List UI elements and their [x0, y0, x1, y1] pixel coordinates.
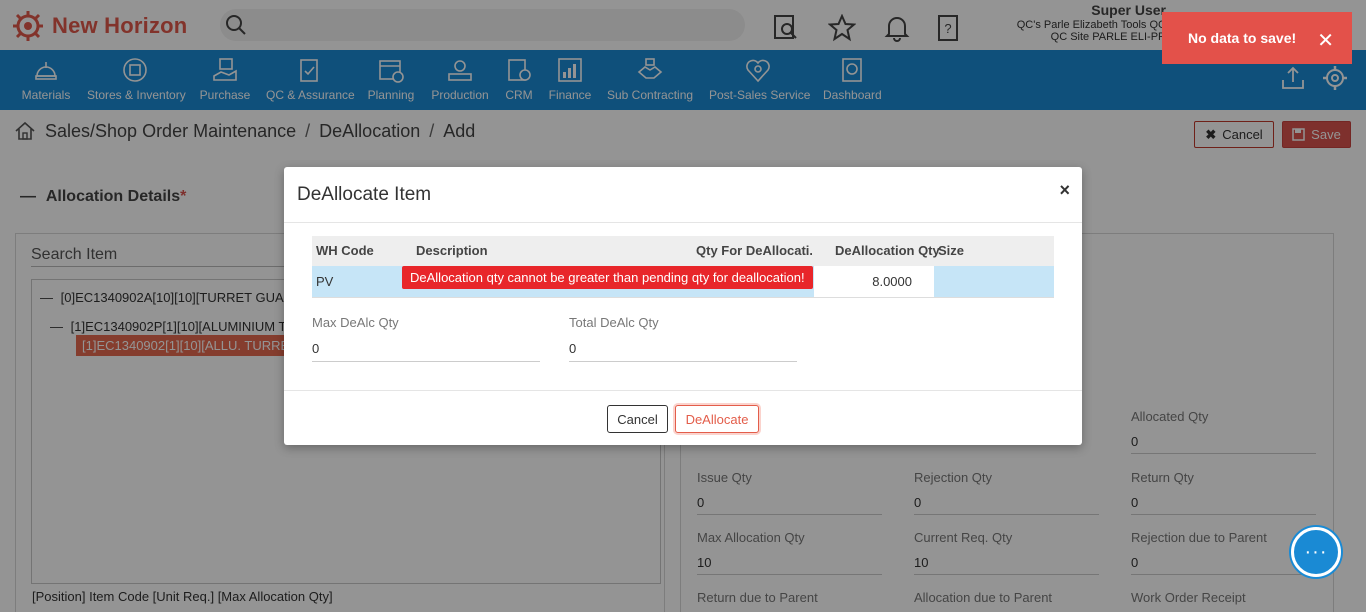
field-value[interactable]: 0: [312, 341, 540, 362]
deallocate-button[interactable]: DeAllocate: [675, 405, 759, 433]
total-dealc-qty-field: Total DeAlc Qty 0: [569, 315, 797, 362]
field-label: Total DeAlc Qty: [569, 315, 659, 330]
wh-code-cell[interactable]: PV: [312, 266, 402, 297]
deallocation-grid: WH Code Description Qty For DeAllocati..…: [312, 236, 1054, 298]
dialog-cancel-button[interactable]: Cancel: [607, 405, 668, 433]
error-toast: No data to save! ✕: [1162, 12, 1352, 64]
column-header-description[interactable]: Description: [416, 243, 488, 258]
column-header-deallocation-qty[interactable]: DeAllocation Qty: [835, 243, 940, 258]
toast-message: No data to save!: [1188, 30, 1297, 46]
column-header-size[interactable]: Size: [938, 243, 964, 258]
column-header-qty-for-deallocation[interactable]: Qty For DeAllocati...: [696, 243, 812, 258]
chat-bubble-button[interactable]: ···: [1291, 527, 1341, 577]
field-value[interactable]: 0: [569, 341, 797, 362]
dialog-title: DeAllocate Item: [297, 184, 432, 205]
chat-dots-icon: ···: [1304, 540, 1328, 563]
column-header-wh-code[interactable]: WH Code: [316, 243, 374, 258]
max-dealc-qty-field: Max DeAlc Qty 0: [312, 315, 540, 362]
dialog-close-icon[interactable]: ×: [1059, 180, 1070, 201]
dialog-header: DeAllocate Item ×: [284, 167, 1082, 223]
dialog-footer: Cancel DeAllocate: [284, 390, 1082, 445]
grid-header: WH Code Description Qty For DeAllocati..…: [312, 236, 1054, 266]
toast-close-icon[interactable]: ✕: [1317, 28, 1334, 53]
deallocate-item-dialog: DeAllocate Item × WH Code Description Qt…: [284, 167, 1082, 445]
validation-error-tooltip: DeAllocation qty cannot be greater than …: [402, 266, 813, 289]
field-label: Max DeAlc Qty: [312, 315, 399, 330]
size-cell[interactable]: [934, 266, 1054, 297]
deallocation-qty-cell[interactable]: 8.0000: [814, 266, 934, 297]
table-row[interactable]: PV 8.0000 DeAllocation qty cannot be gre…: [312, 266, 1054, 298]
